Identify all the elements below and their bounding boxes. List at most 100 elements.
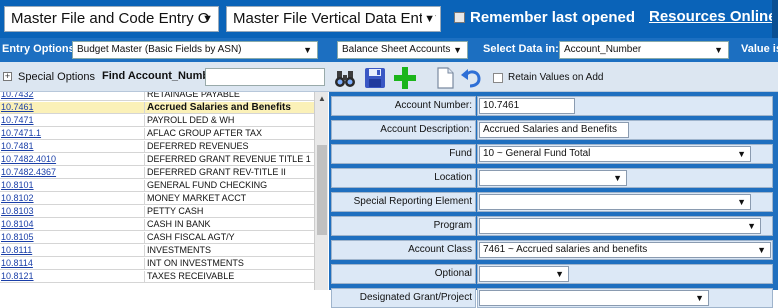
form-row: Optional ▼ [331, 264, 775, 284]
entry-options-select[interactable]: Budget Master (Basic Fields by ASN) ▼ [72, 41, 318, 59]
account-code-link[interactable]: 10.8114 [0, 258, 142, 269]
module-dropdown[interactable]: Master File and Code Entry O ▼ [4, 6, 219, 32]
list-row[interactable]: 10.8102 MONEY MARKET ACCT [0, 193, 314, 205]
field-cell: Accrued Salaries and Benefits [477, 120, 773, 140]
binoculars-icon[interactable] [334, 67, 356, 89]
account-code-link[interactable]: 10.7471.1 [0, 128, 142, 139]
account-code-link[interactable]: 10.7432 [0, 92, 142, 100]
field-select[interactable]: ▼ [479, 218, 761, 234]
scroll-thumb[interactable] [317, 145, 327, 235]
retain-values-checkbox[interactable] [493, 73, 503, 83]
field-select[interactable]: ▼ [479, 290, 709, 306]
field-cell: ▼ [477, 264, 773, 284]
account-code-link[interactable]: 10.7481 [0, 141, 142, 152]
field-label: Program [331, 216, 476, 236]
field-label: Optional [331, 264, 476, 284]
account-list: 10.7432 RETAINAGE PAYABLE 10.7461 Accrued S… [0, 92, 314, 290]
account-description: DEFERRED GRANT REVENUE TITLE 1 [144, 154, 312, 165]
undo-icon[interactable] [460, 67, 482, 89]
field-select[interactable]: 7461 ~ Accrued salaries and benefits ▼ [479, 242, 771, 258]
form-row: Designated Grant/Project ▼ [331, 288, 775, 308]
field-label: Designated Grant/Project [331, 288, 476, 308]
chevron-down-icon: ▼ [613, 173, 622, 183]
field-select[interactable]: ▼ [479, 194, 751, 210]
field-cell: ▼ [477, 168, 773, 188]
field-label: Account Description: [331, 120, 476, 140]
account-code-link[interactable]: 10.8105 [0, 232, 142, 243]
account-code-link[interactable]: 10.8111 [0, 245, 142, 256]
list-row[interactable]: 10.8101 GENERAL FUND CHECKING [0, 180, 314, 192]
list-row[interactable]: 10.8105 CASH FISCAL AGT/Y [0, 232, 314, 244]
account-description: DEFERRED REVENUES [144, 141, 312, 152]
field-cell: ▼ [477, 192, 773, 212]
field-label: Account Number: [331, 96, 476, 116]
form-row: Account Number: 10.7461 [331, 96, 775, 116]
field-cell: 7461 ~ Accrued salaries and benefits ▼ [477, 240, 773, 260]
field-cell: ▼ [477, 288, 773, 308]
list-row[interactable]: 10.7471.1 AFLAC GROUP AFTER TAX [0, 128, 314, 140]
field-input[interactable]: 10.7461 [479, 98, 575, 114]
account-code-link[interactable]: 10.7482.4367 [0, 167, 142, 178]
field-label: Fund [331, 144, 476, 164]
list-row[interactable]: 10.8111 INVESTMENTS [0, 245, 314, 257]
scroll-up-icon[interactable]: ▲ [318, 94, 326, 103]
account-code-link[interactable]: 10.7461 [0, 102, 142, 113]
view-dropdown[interactable]: Master File Vertical Data Entry ▼ [226, 6, 441, 32]
form-row: Program ▼ [331, 216, 775, 236]
account-description: RETAINAGE PAYABLE [144, 92, 312, 100]
remember-checkbox[interactable] [454, 12, 465, 23]
account-code-link[interactable]: 10.8104 [0, 219, 142, 230]
resources-online-link[interactable]: Resources Online [649, 8, 777, 25]
account-code-link[interactable]: 10.8101 [0, 180, 142, 191]
chevron-down-icon: ▼ [757, 245, 766, 255]
field-select[interactable]: 10 ~ General Fund Total ▼ [479, 146, 751, 162]
list-row[interactable]: 10.8121 TAXES RECEIVABLE [0, 271, 314, 283]
list-row[interactable]: 10.7461 Accrued Salaries and Benefits [0, 102, 314, 114]
remember-label: Remember last opened [470, 9, 636, 26]
account-code-link[interactable]: 10.8103 [0, 206, 142, 217]
account-code-link[interactable]: 10.8121 [0, 271, 142, 282]
top-bar: Master File and Code Entry O ▼ Master Fi… [0, 0, 778, 38]
toolbar: + Special Options Find Account_Number Re… [0, 62, 778, 92]
field-input[interactable]: Accrued Salaries and Benefits [479, 122, 629, 138]
detail-form: Account Number: 10.7461 Account Descriptio… [329, 92, 778, 308]
account-code-link[interactable]: 10.8102 [0, 193, 142, 204]
field-label: Special Reporting Element [331, 192, 476, 212]
field-select[interactable]: ▼ [479, 170, 627, 186]
account-code-link[interactable]: 10.7471 [0, 115, 142, 126]
account-description: CASH IN BANK [144, 219, 312, 230]
form-row: Account Class 7461 ~ Accrued salaries and… [331, 240, 775, 260]
select-data-value: Account_Number [564, 44, 642, 55]
list-row[interactable]: 10.7481 DEFERRED REVENUES [0, 141, 314, 153]
field-select[interactable]: ▼ [479, 266, 569, 282]
entry-options-value: Budget Master (Basic Fields by ASN) [77, 44, 242, 55]
chevron-down-icon: ▼ [737, 149, 746, 159]
select-data-select[interactable]: Account_Number ▼ [559, 41, 729, 59]
account-description: MONEY MARKET ACCT [144, 193, 312, 204]
account-description: PETTY CASH [144, 206, 312, 217]
list-row[interactable]: 10.8104 CASH IN BANK [0, 219, 314, 231]
account-description: TAXES RECEIVABLE [144, 271, 312, 282]
new-document-icon[interactable] [434, 67, 456, 89]
expand-icon[interactable]: + [3, 72, 12, 81]
field-value: 10 ~ General Fund Total [483, 148, 591, 159]
find-input[interactable] [205, 68, 325, 86]
special-options-label[interactable]: Special Options [18, 71, 95, 83]
account-description: PAYROLL DED & WH [144, 115, 312, 126]
list-row[interactable]: 10.7482.4010 DEFERRED GRANT REVENUE TITLE… [0, 154, 314, 166]
list-row[interactable]: 10.7482.4367 DEFERRED GRANT REV-TITLE II [0, 167, 314, 179]
account-description: CASH FISCAL AGT/Y [144, 232, 312, 243]
save-icon[interactable] [364, 67, 386, 89]
select-data-label: Select Data in: [483, 43, 559, 55]
field-value: 10.7461 [483, 100, 520, 111]
list-scrollbar[interactable]: ▲ [314, 92, 328, 290]
list-row[interactable]: 10.7432 RETAINAGE PAYABLE [0, 92, 314, 101]
field-label: Account Class [331, 240, 476, 260]
list-row[interactable]: 10.8103 PETTY CASH [0, 206, 314, 218]
list-row[interactable]: 10.7471 PAYROLL DED & WH [0, 115, 314, 127]
account-code-link[interactable]: 10.7482.4010 [0, 154, 142, 165]
account-type-select[interactable]: Balance Sheet Accounts ▼ [337, 41, 468, 59]
list-row[interactable]: 10.8114 INT ON INVESTMENTS [0, 258, 314, 270]
chevron-down-icon: ▼ [747, 221, 756, 231]
add-icon[interactable] [394, 67, 416, 89]
